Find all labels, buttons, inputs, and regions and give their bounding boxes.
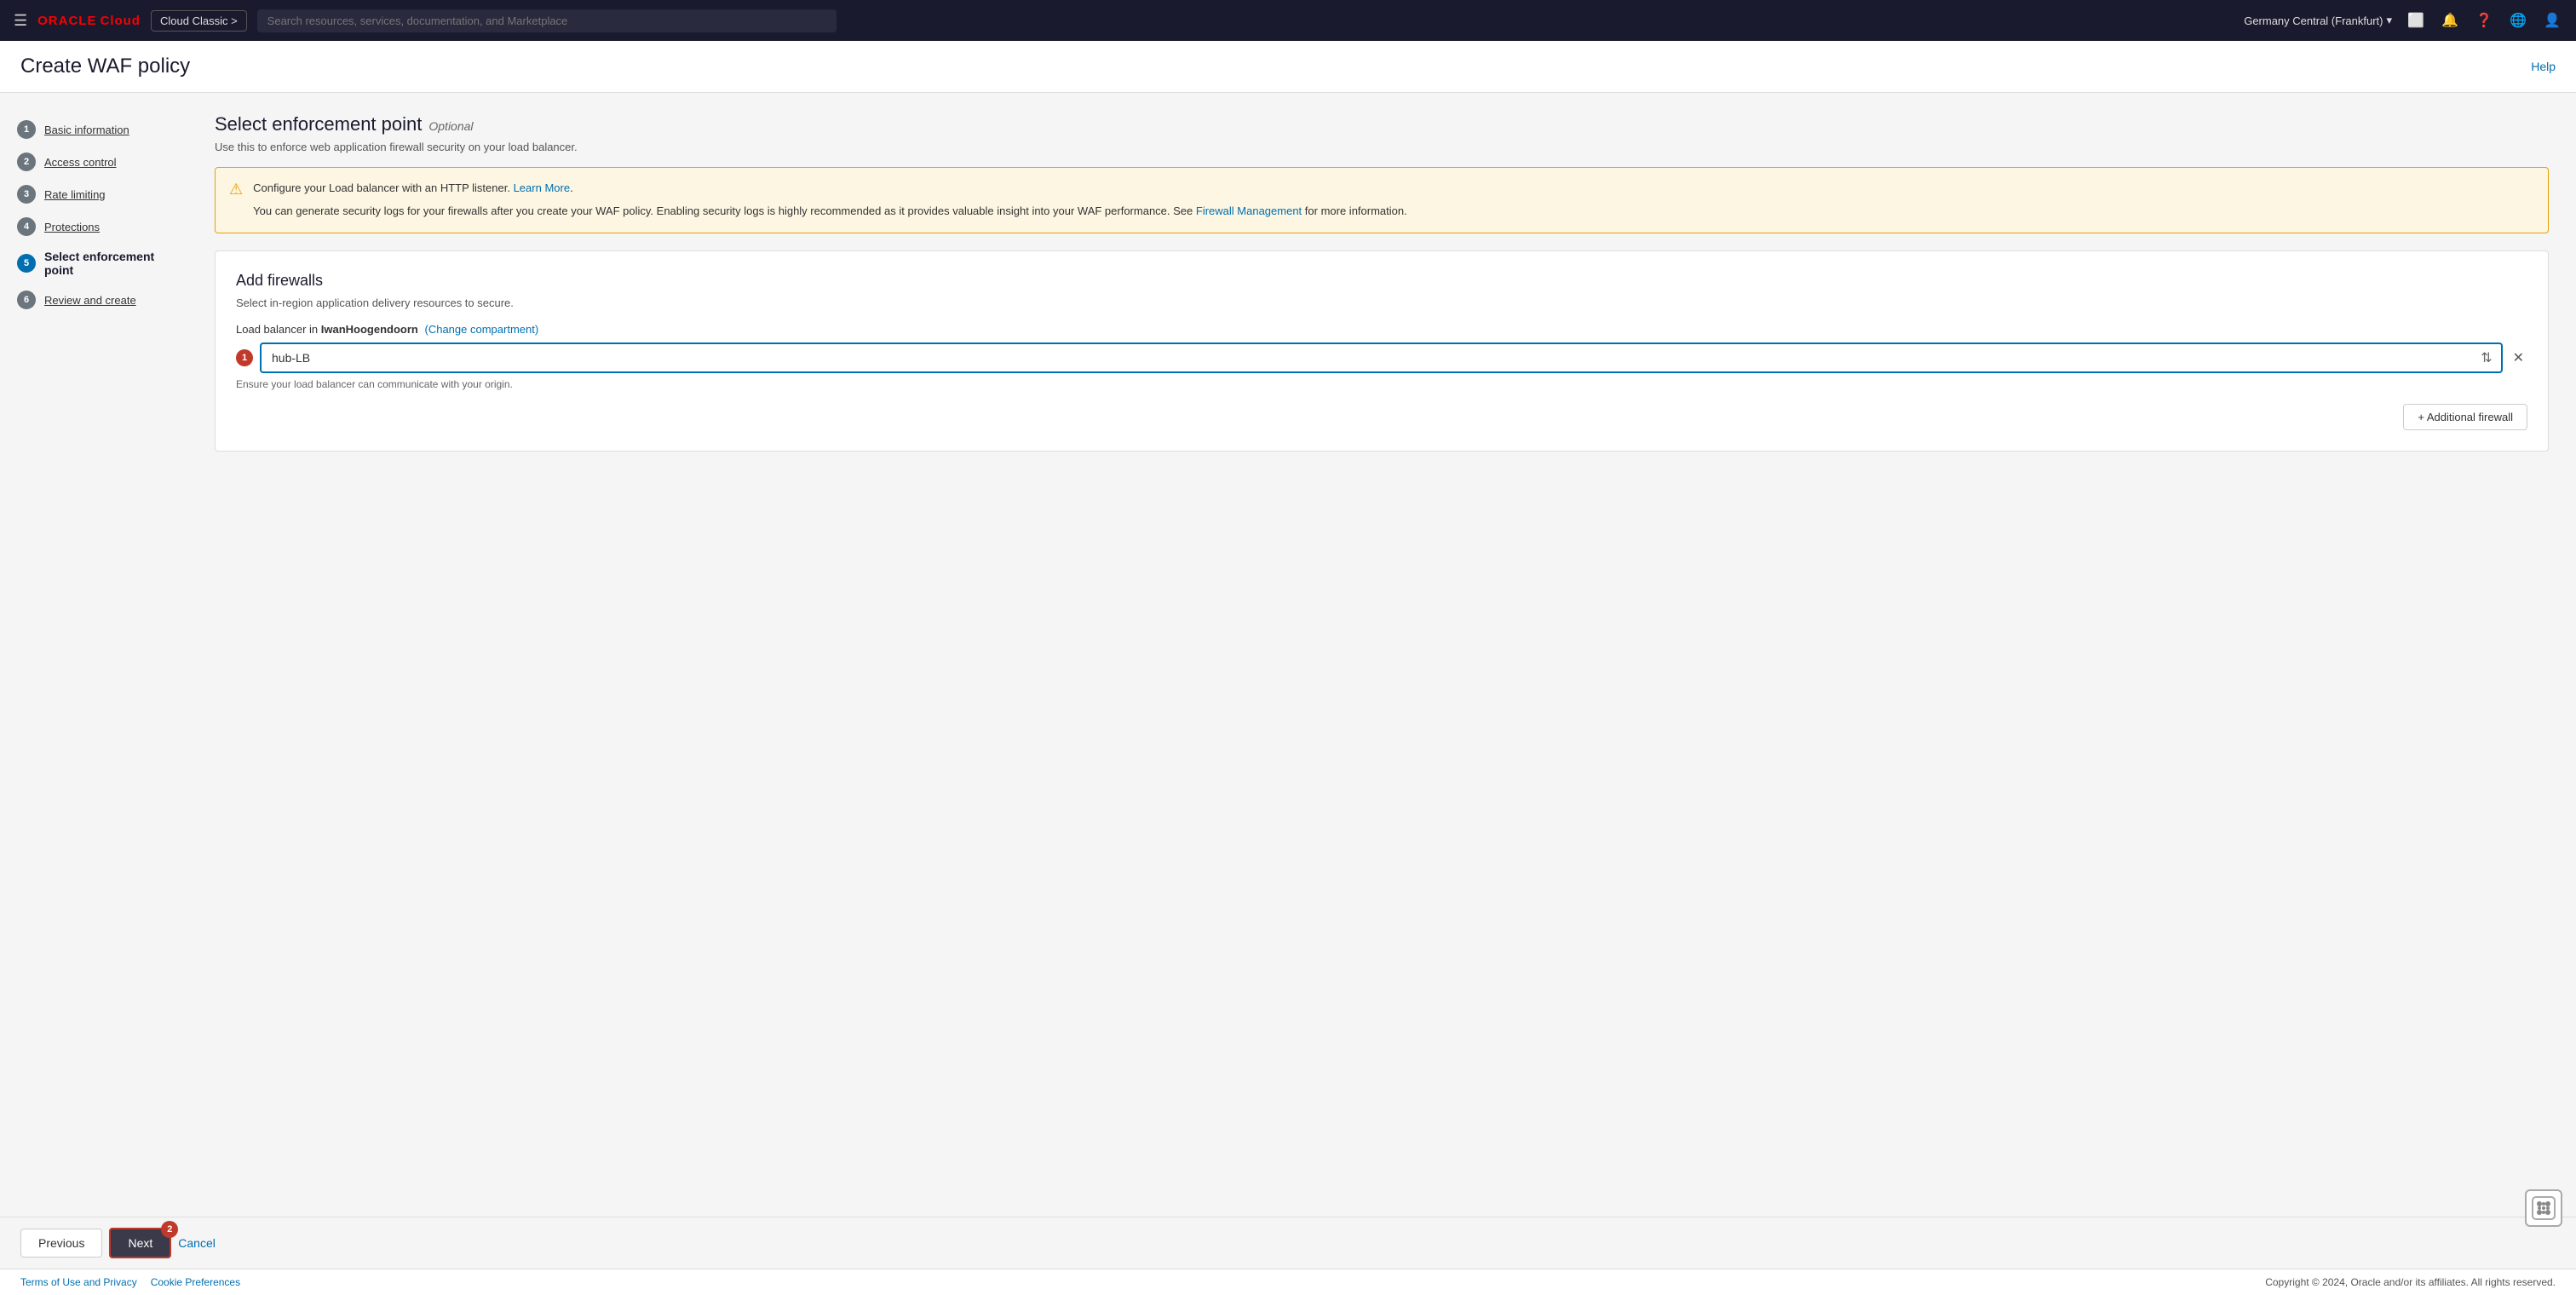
review-create-link[interactable]: Review and create <box>44 294 136 307</box>
select-arrows-icon: ⇅ <box>2481 349 2500 366</box>
help-link[interactable]: Help <box>2531 60 2556 73</box>
section-heading: Select enforcement point Optional <box>215 113 2549 135</box>
sidebar-item-access-control[interactable]: 2 Access control <box>0 146 187 178</box>
add-firewalls-desc: Select in-region application delivery re… <box>236 296 2527 309</box>
access-control-link[interactable]: Access control <box>44 156 117 169</box>
page-title: Create WAF policy <box>20 55 190 78</box>
warning-content: Configure your Load balancer with an HTT… <box>253 180 1407 221</box>
warning-icon: ⚠ <box>229 181 243 199</box>
next-button[interactable]: Next 2 <box>109 1228 171 1258</box>
top-navigation: ☰ ORACLE Cloud Cloud Classic > Germany C… <box>0 0 2576 41</box>
optional-label: Optional <box>428 119 473 133</box>
help-widget[interactable] <box>2525 1189 2562 1227</box>
sidebar-item-protections[interactable]: 4 Protections <box>0 210 187 243</box>
sidebar-item-basic-information[interactable]: 1 Basic information <box>0 113 187 146</box>
load-balancer-select-wrapper: hub-LB Option B Option C ⇅ <box>260 342 2503 373</box>
basic-information-link[interactable]: Basic information <box>44 124 129 136</box>
oracle-text: ORACLE <box>37 14 96 28</box>
global-search-input[interactable] <box>257 9 837 32</box>
globe-icon[interactable]: 🌐 <box>2508 10 2528 31</box>
chevron-down-icon: ▾ <box>2386 14 2392 27</box>
select-enforcement-point-label: Select enforcement point <box>44 250 170 277</box>
badge-1: 1 <box>236 349 253 366</box>
wizard-sidebar: 1 Basic information 2 Access control 3 R… <box>0 93 187 1217</box>
warning-box: ⚠ Configure your Load balancer with an H… <box>215 167 2549 233</box>
cancel-button[interactable]: Cancel <box>178 1236 216 1250</box>
region-selector[interactable]: Germany Central (Frankfurt) ▾ <box>2244 14 2392 27</box>
step-4-indicator: 4 <box>17 217 36 236</box>
load-balancer-select[interactable]: hub-LB Option B Option C <box>262 344 2481 371</box>
load-balancer-select-row: 1 hub-LB Option B Option C ⇅ ✕ <box>236 342 2527 373</box>
page-footer: Previous Next 2 Cancel <box>0 1217 2576 1269</box>
learn-more-link[interactable]: Learn More <box>514 181 570 194</box>
sidebar-item-review-create[interactable]: 6 Review and create <box>0 284 187 316</box>
cookie-preferences-link[interactable]: Cookie Preferences <box>151 1276 240 1288</box>
bottom-bar: Terms of Use and Privacy Cookie Preferen… <box>0 1269 2576 1295</box>
content-area: Select enforcement point Optional Use th… <box>187 93 2576 1217</box>
load-balancer-hint: Ensure your load balancer can communicat… <box>236 378 2527 390</box>
sidebar-item-select-enforcement-point: 5 Select enforcement point <box>0 243 187 284</box>
help-circle-icon[interactable]: ❓ <box>2474 10 2494 31</box>
user-avatar-icon[interactable]: 👤 <box>2542 10 2562 31</box>
step-2-indicator: 2 <box>17 153 36 171</box>
hamburger-menu-icon[interactable]: ☰ <box>14 12 27 30</box>
main-content: 1 Basic information 2 Access control 3 R… <box>0 93 2576 1217</box>
terminal-icon[interactable]: ⬜ <box>2406 10 2426 31</box>
oracle-logo: ORACLE Cloud <box>37 14 141 28</box>
page-header: Create WAF policy Help <box>0 41 2576 93</box>
protections-link[interactable]: Protections <box>44 221 100 233</box>
field-label-load-balancer: Load balancer in IwanHoogendoorn (Change… <box>236 323 2527 336</box>
previous-button[interactable]: Previous <box>20 1229 102 1258</box>
cloud-text: Cloud <box>100 14 141 28</box>
remove-firewall-button[interactable]: ✕ <box>2510 346 2527 370</box>
sidebar-item-rate-limiting[interactable]: 3 Rate limiting <box>0 178 187 210</box>
bell-icon[interactable]: 🔔 <box>2440 10 2460 31</box>
step-3-indicator: 3 <box>17 185 36 204</box>
terms-of-use-link[interactable]: Terms of Use and Privacy <box>20 1276 137 1288</box>
cloud-classic-button[interactable]: Cloud Classic > <box>151 10 247 32</box>
topnav-right: Germany Central (Frankfurt) ▾ ⬜ 🔔 ❓ 🌐 👤 <box>2244 10 2562 31</box>
change-compartment-link[interactable]: (Change compartment) <box>425 323 539 336</box>
add-firewalls-card: Add firewalls Select in-region applicati… <box>215 250 2549 452</box>
step-6-indicator: 6 <box>17 291 36 309</box>
step-5-indicator: 5 <box>17 254 36 273</box>
firewall-management-link[interactable]: Firewall Management <box>1196 204 1302 217</box>
copyright-text: Copyright © 2024, Oracle and/or its affi… <box>2265 1276 2556 1288</box>
step-1-indicator: 1 <box>17 120 36 139</box>
section-description: Use this to enforce web application fire… <box>215 141 2549 153</box>
badge-2: 2 <box>161 1221 178 1238</box>
add-firewall-row: + Additional firewall <box>236 404 2527 430</box>
add-additional-firewall-button[interactable]: + Additional firewall <box>2403 404 2527 430</box>
rate-limiting-link[interactable]: Rate limiting <box>44 188 106 201</box>
add-firewalls-title: Add firewalls <box>236 272 2527 290</box>
